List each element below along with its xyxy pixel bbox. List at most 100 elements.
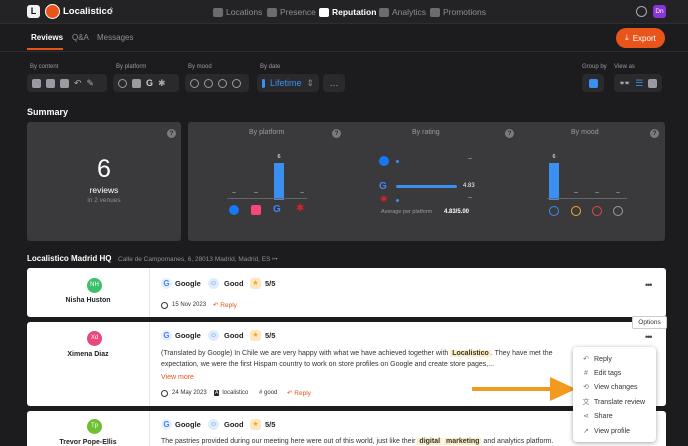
review-count: 6 bbox=[97, 155, 111, 183]
platform-filter[interactable]: G ✱ bbox=[113, 74, 179, 92]
menu-item-view-changes[interactable]: ⟲ View changes bbox=[573, 380, 656, 394]
neutral-icon[interactable] bbox=[204, 78, 213, 88]
clock-icon bbox=[161, 302, 168, 309]
translate-icon: 文 bbox=[582, 399, 590, 406]
reputation-icon bbox=[319, 7, 329, 17]
rating-bar-facebook bbox=[396, 160, 399, 163]
info-icon[interactable]: ? bbox=[332, 129, 341, 138]
facebook-icon[interactable] bbox=[118, 78, 127, 88]
mood-bar-label-neutral: – bbox=[574, 190, 578, 196]
foursquare-icon bbox=[251, 205, 261, 215]
by-platform-title: By platform bbox=[249, 129, 285, 136]
download-icon: ⤓ bbox=[625, 33, 629, 42]
tag-localistico[interactable]: Alocalistico bbox=[214, 390, 248, 396]
summary-title: Summary bbox=[27, 107, 69, 117]
reply-link[interactable]: ↶ Reply bbox=[287, 389, 311, 397]
date-filter[interactable]: Lifetime ⇕ bbox=[257, 74, 319, 92]
info-icon[interactable]: ? bbox=[505, 129, 514, 138]
rating-bar-yelp bbox=[396, 199, 399, 202]
neutral-icon bbox=[571, 206, 581, 216]
external-link-icon: ↗ bbox=[583, 428, 589, 435]
a-icon: A bbox=[214, 390, 220, 396]
highlighted-keyword: marketing bbox=[444, 438, 482, 445]
pointer-arrow bbox=[472, 377, 576, 401]
binoculars-icon[interactable]: 👓 bbox=[619, 78, 630, 89]
review-card bbox=[27, 268, 666, 317]
google-icon: G bbox=[379, 181, 387, 192]
reply-arrow-icon[interactable]: ↶ bbox=[74, 78, 82, 89]
menu-item-translate[interactable]: 文 Translate review bbox=[573, 395, 656, 409]
locations-icon bbox=[213, 7, 223, 17]
mood-filter[interactable] bbox=[185, 74, 249, 92]
calendar-icon bbox=[262, 78, 265, 88]
options-tooltip: Options bbox=[632, 316, 667, 329]
highlighted-keyword: Localistico bbox=[450, 350, 491, 357]
venue-address[interactable]: Calle de Campomanes, 6, 28013 Madrid, Ma… bbox=[118, 255, 278, 263]
more-filters-button[interactable]: … bbox=[323, 74, 345, 92]
a-icon[interactable] bbox=[60, 78, 69, 88]
top-bar: L Localistico ⇕ Locations Presence Reput… bbox=[0, 0, 688, 24]
more-options-button[interactable]: ••• bbox=[645, 332, 653, 342]
yelp-icon[interactable]: ✱ bbox=[158, 78, 166, 89]
user-avatar[interactable]: Dn bbox=[653, 5, 666, 18]
nav-analytics[interactable]: Analytics bbox=[379, 7, 426, 17]
info-icon[interactable]: ? bbox=[650, 129, 659, 138]
unknown-mood-icon[interactable] bbox=[232, 78, 241, 88]
tab-qa[interactable]: Q&A bbox=[72, 33, 89, 42]
info-icon[interactable]: ? bbox=[167, 129, 176, 138]
filter-label-date: By date bbox=[260, 64, 281, 70]
rating-avg-label: Average per platform bbox=[381, 209, 433, 215]
review-platform: Google bbox=[175, 279, 201, 288]
content-filter[interactable]: ↶ ✎ bbox=[27, 74, 107, 92]
bar-label-facebook: – bbox=[232, 190, 236, 196]
tab-reviews[interactable]: Reviews bbox=[31, 33, 63, 42]
venue-name[interactable]: Localistico Madrid HQ bbox=[27, 254, 111, 263]
export-button[interactable]: ⤓ Export bbox=[616, 28, 665, 48]
camera-icon[interactable] bbox=[32, 78, 41, 88]
list-view-icon[interactable]: ☰ bbox=[635, 78, 643, 89]
google-icon: G bbox=[161, 278, 172, 289]
review-rating: 5/5 bbox=[265, 420, 276, 429]
review-rating: 5/5 bbox=[265, 279, 276, 288]
account-name[interactable]: Localistico bbox=[63, 6, 113, 17]
menu-item-edit-tags[interactable]: # Edit tags bbox=[573, 366, 656, 380]
review-text: The pastries provided during our meeting… bbox=[161, 438, 554, 445]
nav-reputation[interactable]: Reputation bbox=[319, 7, 376, 17]
options-menu: ↶ Reply # Edit tags ⟲ View changes 文 Transla… bbox=[573, 347, 656, 442]
globe-icon[interactable] bbox=[636, 6, 647, 17]
star-icon: ★ bbox=[250, 330, 261, 341]
chevron-updown-icon[interactable]: ⇕ bbox=[108, 6, 115, 15]
nav-locations[interactable]: Locations bbox=[213, 7, 262, 17]
divider bbox=[0, 51, 688, 52]
menu-item-reply[interactable]: ↶ Reply bbox=[573, 352, 656, 366]
sad-icon[interactable] bbox=[218, 78, 227, 88]
menu-item-share[interactable]: ⋖ Share bbox=[573, 409, 656, 423]
pencil-icon[interactable]: ✎ bbox=[87, 78, 95, 89]
axis-line bbox=[227, 198, 307, 199]
avatar: NH bbox=[87, 278, 102, 293]
text-icon[interactable] bbox=[46, 78, 55, 88]
history-icon: ⟲ bbox=[583, 384, 589, 391]
avatar: Xd bbox=[87, 331, 102, 346]
nav-promotions[interactable]: Promotions bbox=[430, 7, 486, 17]
tab-messages[interactable]: Messages bbox=[97, 33, 133, 42]
reply-link[interactable]: ↶ Reply bbox=[213, 301, 237, 309]
happy-icon[interactable] bbox=[190, 78, 199, 88]
view-more-link[interactable]: View more bbox=[161, 374, 194, 381]
review-mood: Good bbox=[224, 279, 244, 288]
review-date: 24 May 2023 bbox=[172, 390, 207, 396]
view-as-toggle[interactable]: 👓 ☰ bbox=[614, 74, 662, 92]
active-tab-underline bbox=[27, 48, 63, 50]
review-mood: Good bbox=[224, 331, 244, 340]
more-options-button[interactable]: ••• bbox=[645, 280, 653, 290]
group-by-venue-button[interactable] bbox=[582, 74, 604, 92]
tag-good[interactable]: # good bbox=[259, 390, 277, 396]
summary-charts-card bbox=[188, 122, 665, 241]
foursquare-icon[interactable] bbox=[132, 78, 141, 88]
nav-presence[interactable]: Presence bbox=[267, 7, 316, 17]
map-view-icon[interactable] bbox=[648, 78, 657, 88]
menu-item-view-profile[interactable]: ↗ View profile bbox=[573, 424, 656, 438]
analytics-icon bbox=[379, 7, 389, 17]
google-icon[interactable]: G bbox=[146, 78, 153, 88]
app-logo[interactable]: L bbox=[27, 5, 40, 18]
